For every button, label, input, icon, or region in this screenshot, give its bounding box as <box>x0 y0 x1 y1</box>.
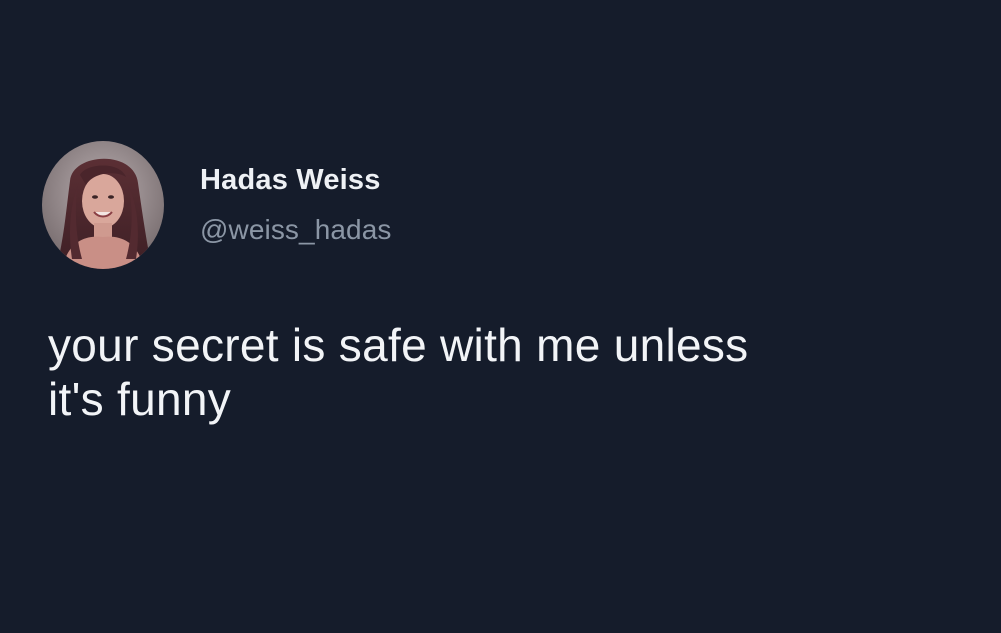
profile-photo-icon <box>42 141 164 269</box>
tweet-header: Hadas Weiss @weiss_hadas <box>42 140 392 270</box>
user-handle[interactable]: @weiss_hadas <box>200 213 392 247</box>
display-name[interactable]: Hadas Weiss <box>200 163 392 197</box>
tweet-text: your secret is safe with me unless it's … <box>48 319 749 425</box>
author-info: Hadas Weiss @weiss_hadas <box>200 163 392 247</box>
tweet-card: Hadas Weiss @weiss_hadas your secret is … <box>0 0 1001 633</box>
avatar[interactable] <box>42 141 164 269</box>
